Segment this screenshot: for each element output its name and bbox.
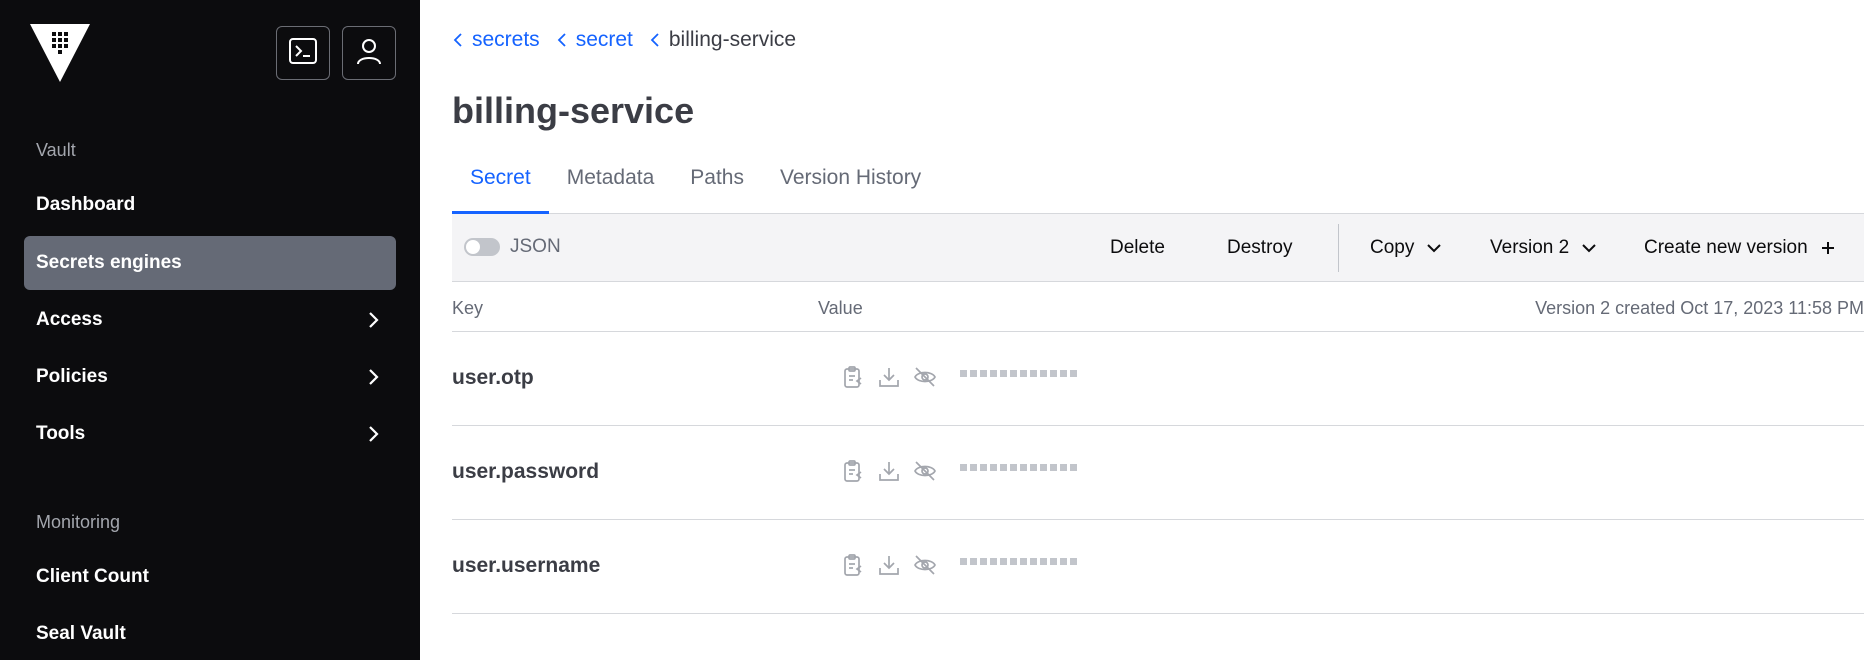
chevron-down-icon [1427,244,1442,253]
sidebar-item-label: Client Count [36,566,149,587]
copy-button[interactable]: Copy [1370,214,1442,282]
eye-off-icon[interactable] [912,458,938,484]
sidebar-item-tools[interactable]: Tools [24,407,396,461]
secret-key: user.username [452,554,601,577]
copy-to-clipboard-icon[interactable] [840,552,866,578]
breadcrumb-item[interactable]: secrets [452,28,540,52]
eye-off-icon[interactable] [912,552,938,578]
sidebar-item-access[interactable]: Access [24,293,396,347]
value-column-header: Value [818,298,863,318]
tab-version-history[interactable]: Version History [762,158,939,214]
nav-heading-vault: Vault [36,140,76,160]
terminal-icon [288,36,318,71]
value-actions [840,364,948,390]
version-dropdown[interactable]: Version 2 [1490,214,1597,282]
json-toggle[interactable]: JSON [464,236,561,258]
tab-bar: Secret Metadata Paths Version History [452,158,1864,214]
vault-logo-icon[interactable] [28,22,92,82]
table-row: user.otp [452,332,1864,426]
breadcrumb-link-secrets[interactable]: secrets [472,28,540,52]
user-icon [354,36,384,71]
tab-secret[interactable]: Secret [452,158,549,214]
json-toggle-label: JSON [510,236,561,257]
sidebar-item-seal-vault[interactable]: Seal Vault [24,607,396,660]
table-row: user.username [452,520,1864,614]
key-column-header: Key [452,298,484,318]
main-content: secrets secret billing-service billing-s… [452,0,1864,660]
console-button[interactable] [276,26,330,80]
sidebar-item-label: Seal Vault [36,623,126,644]
value-actions [840,552,948,578]
copy-to-clipboard-icon[interactable] [840,364,866,390]
delete-label: Delete [1110,237,1165,258]
copy-to-clipboard-icon[interactable] [840,458,866,484]
secret-key: user.password [452,460,600,483]
sidebar-item-label: Secrets engines [36,252,182,273]
table-header: Key Value Version 2 created Oct 17, 2023… [452,282,1864,332]
nav-heading-monitoring: Monitoring [36,512,121,532]
value-actions [840,458,948,484]
download-icon[interactable] [876,364,902,390]
delete-button[interactable]: Delete [1110,214,1165,282]
masked-value[interactable] [960,464,1080,471]
tab-paths[interactable]: Paths [672,158,762,214]
breadcrumb-current: billing-service [668,28,797,51]
chevron-right-icon [369,312,379,328]
destroy-label: Destroy [1227,237,1293,258]
sidebar-item-label: Access [36,309,103,330]
user-menu-button[interactable] [342,26,396,80]
sidebar-item-dashboard[interactable]: Dashboard [24,178,396,232]
download-icon[interactable] [876,552,902,578]
sidebar-item-client-count[interactable]: Client Count [24,550,396,604]
chevron-down-icon [1582,244,1596,253]
sidebar-item-label: Policies [36,366,108,387]
plus-icon [1821,242,1834,254]
version-label: Version 2 [1490,237,1570,258]
sidebar-item-secrets-engines[interactable]: Secrets engines [24,236,396,290]
sidebar-item-label: Tools [36,423,86,444]
masked-value[interactable] [960,370,1080,377]
download-icon[interactable] [876,458,902,484]
sidebar: Vault Dashboard Secrets engines Access P… [0,0,420,660]
eye-off-icon[interactable] [912,364,938,390]
destroy-button[interactable]: Destroy [1227,214,1292,282]
create-new-version-button[interactable]: Create new version [1644,214,1836,282]
chevron-left-icon [557,33,566,47]
masked-value[interactable] [960,558,1080,565]
breadcrumb-link-secret[interactable]: secret [576,28,633,52]
table-row: user.password [452,426,1864,520]
chevron-right-icon [369,369,379,385]
sidebar-item-policies[interactable]: Policies [24,350,396,404]
breadcrumb: secrets secret billing-service [452,28,812,52]
chevron-right-icon [369,426,379,442]
secret-toolbar: JSON Delete Destroy Copy Version 2 Creat… [452,214,1864,282]
version-info: Version 2 created Oct 17, 2023 11:58 PM [1535,298,1864,318]
breadcrumb-item[interactable]: secret [556,28,633,52]
tab-metadata[interactable]: Metadata [549,158,673,214]
toolbar-divider [1338,224,1339,272]
page-title: billing-service [452,90,695,131]
copy-label: Copy [1370,237,1415,258]
secret-key: user.otp [452,366,534,389]
toggle-switch[interactable] [464,238,500,256]
breadcrumb-item: billing-service [649,28,796,52]
sidebar-item-label: Dashboard [36,194,136,215]
chevron-left-icon [453,33,462,47]
create-new-version-label: Create new version [1644,237,1808,258]
chevron-left-icon [650,33,659,47]
